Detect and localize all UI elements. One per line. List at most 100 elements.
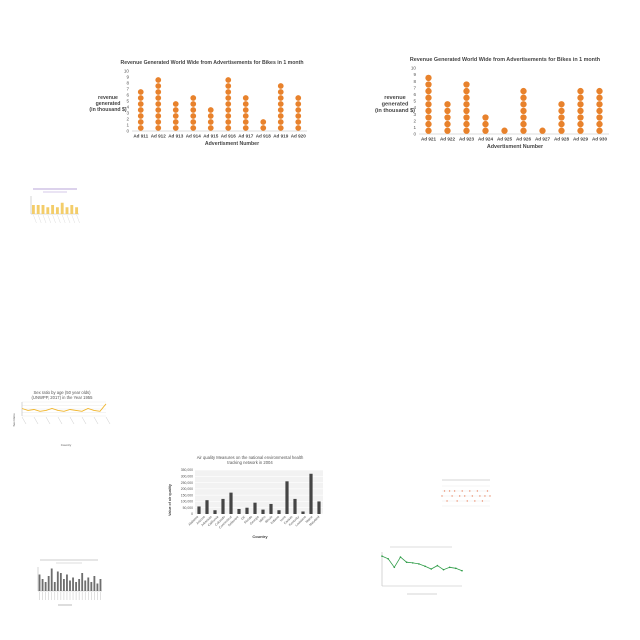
bar-mark (84, 580, 87, 591)
bar-mark (59, 573, 62, 591)
chart-title: Sex ratio by age (50 year olds) (UNWPP, 2… (32, 390, 94, 400)
x-tick-label: Ad 928 (554, 137, 570, 142)
dot-mark (463, 94, 470, 101)
dot-mark (172, 119, 179, 125)
dot-mark (277, 119, 284, 125)
bar-mark (36, 205, 40, 214)
x-tick-label (105, 416, 111, 425)
dot-mark (190, 95, 197, 101)
dot-mark (155, 125, 162, 131)
dot-mark (463, 81, 470, 88)
bar-mark (65, 207, 69, 214)
dot-mark (190, 119, 197, 125)
y-tick-label: 350,000 (181, 468, 193, 472)
y-tick-label: 6 (413, 92, 416, 97)
bar-mark (51, 205, 55, 214)
sex-ratio-line-chart: Sex ratio by age (50 year olds) (UNWPP, 2… (12, 390, 111, 447)
dot-mark (463, 120, 470, 128)
bar-mark (55, 207, 59, 214)
y-tick-label: 250,000 (181, 481, 193, 485)
dot-mark (596, 94, 603, 101)
y-axis-label: revenue generated (in thousand $) (89, 95, 126, 113)
bar-mark (93, 576, 96, 591)
dot-mark (172, 113, 179, 119)
x-tick-label: Ad 915 (203, 134, 219, 139)
dot-mark (295, 119, 302, 125)
dot-mark (425, 74, 432, 82)
dot-mark (558, 101, 565, 108)
dot-mark (482, 127, 489, 134)
dot-mark (577, 94, 584, 101)
x-tick-label (71, 214, 76, 224)
dot-mark (444, 107, 451, 115)
dot-mark (577, 87, 584, 95)
scatter-point (471, 495, 474, 497)
x-tick-label: Ad 924 (478, 137, 494, 142)
y-tick-label: 0 (126, 129, 129, 134)
dot-mark (444, 114, 451, 121)
y-tick-label: 9 (126, 75, 129, 80)
line-point (430, 568, 433, 570)
y-tick-label: 10 (411, 66, 417, 71)
dot-mark (242, 95, 249, 101)
dot-mark (596, 127, 603, 134)
y-tick-label: 9 (413, 72, 416, 77)
x-tick-label: Ad 916 (221, 134, 237, 139)
x-tick-label (33, 214, 37, 224)
dot-mark (463, 127, 470, 134)
scatter-point (474, 500, 476, 502)
scatter-point (451, 495, 453, 497)
dot-mark (137, 113, 144, 119)
dot-mark (444, 120, 451, 128)
dot-mark (190, 125, 197, 131)
scatter-point (489, 495, 491, 497)
dot-mark (155, 113, 162, 119)
bar-mark (90, 582, 93, 591)
bar-mark (47, 576, 50, 591)
y-tick-label: 50,000 (183, 506, 193, 510)
bar-mark (229, 492, 233, 514)
y-tick-label: 150,000 (181, 493, 193, 497)
x-tick-label: Ad 926 (516, 137, 532, 142)
dot-mark (596, 120, 603, 128)
mini-scatter-chart (441, 479, 491, 507)
x-tick-label (45, 416, 51, 425)
x-tick-label: Ad 913 (168, 134, 184, 139)
y-tick-label: 4 (126, 105, 129, 110)
dot-mark (242, 113, 249, 119)
y-tick-label: 5 (126, 99, 129, 104)
dot-mark (577, 127, 584, 134)
x-tick-label: Ad 921 (421, 137, 437, 142)
y-tick-label: 10 (124, 69, 130, 74)
dot-mark (577, 101, 584, 108)
chart-title: Air quality Measures on the national env… (197, 455, 304, 465)
dot-mark (225, 101, 232, 107)
dot-mark (225, 77, 232, 83)
scatter-point (484, 495, 486, 497)
line-point (411, 562, 414, 564)
y-tick-label: 3 (126, 111, 129, 116)
x-tick-label: Ad 927 (535, 137, 551, 142)
bar-mark (44, 582, 47, 591)
scatter-point (476, 490, 479, 492)
bar-mark (69, 580, 71, 591)
dot-mark (137, 119, 144, 125)
dot-mark (295, 101, 302, 107)
y-axis-label: Sex Ratio (12, 413, 16, 426)
y-tick-label: 0 (191, 512, 193, 516)
y-tick-label: 8 (413, 79, 416, 84)
line-point (455, 567, 457, 570)
y-tick-label: 7 (126, 87, 129, 92)
line-point (418, 563, 420, 565)
dot-mark (190, 101, 197, 107)
dot-mark (577, 120, 584, 128)
dot-mark (155, 77, 162, 83)
x-tick-label (61, 214, 66, 224)
scatter-point (443, 490, 446, 492)
line-point (442, 568, 445, 571)
dot-mark (596, 114, 603, 121)
dot-mark (155, 83, 162, 89)
dot-mark (425, 107, 432, 115)
x-tick-label (21, 416, 27, 425)
dot-mark (242, 119, 249, 125)
